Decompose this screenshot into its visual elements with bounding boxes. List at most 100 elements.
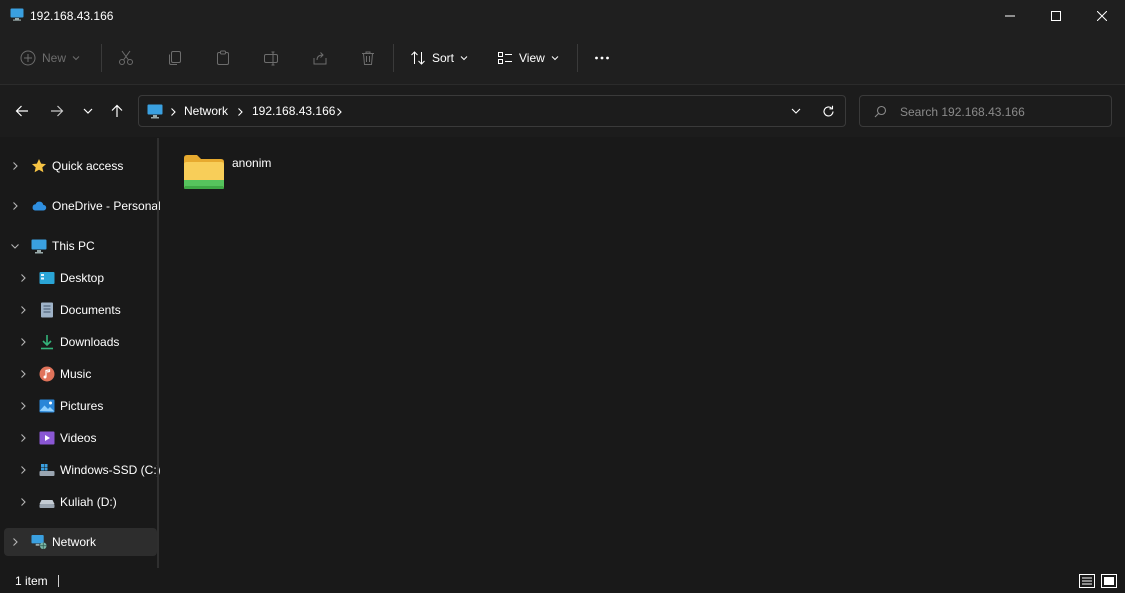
chevron-right-icon[interactable] — [19, 306, 27, 314]
sidebar-item-downloads[interactable]: Downloads — [4, 328, 157, 356]
sidebar-item-onedrive[interactable]: OneDrive - Personal — [4, 192, 161, 220]
monitor-icon — [147, 104, 163, 119]
arrow-left-icon — [15, 105, 28, 117]
sidebar-item-label: Windows-SSD (C:) — [60, 463, 161, 477]
sidebar-item-windows-ssd[interactable]: Windows-SSD (C:) — [4, 456, 161, 484]
cloud-icon — [31, 198, 47, 214]
details-view-button[interactable] — [1078, 572, 1096, 590]
minimize-icon — [1005, 15, 1015, 17]
toolbar-divider — [393, 44, 394, 72]
sidebar-item-label: Kuliah (D:) — [60, 495, 117, 509]
breadcrumb-network[interactable]: Network — [184, 104, 228, 118]
search-box[interactable] — [859, 95, 1112, 127]
paste-button[interactable] — [215, 42, 231, 74]
view-label: View — [519, 51, 545, 65]
large-icons-view-icon — [1101, 574, 1117, 588]
plus-icon — [20, 50, 36, 66]
chevron-right-icon[interactable] — [19, 370, 27, 378]
recent-locations-button[interactable] — [74, 97, 102, 125]
chevron-right-icon[interactable] — [11, 162, 19, 170]
sidebar-item-label: Quick access — [52, 159, 124, 173]
toolbar-divider — [101, 44, 102, 72]
sidebar-item-label: Desktop — [60, 271, 105, 285]
cut-button[interactable] — [118, 42, 134, 74]
search-icon — [874, 105, 887, 118]
monitor-icon — [10, 8, 24, 21]
forward-button[interactable] — [43, 97, 71, 125]
item-count: 1 item — [15, 574, 48, 588]
more-options-button[interactable] — [594, 42, 610, 74]
address-history-button[interactable] — [785, 102, 807, 120]
close-icon — [1097, 11, 1107, 21]
breadcrumb-host[interactable]: 192.168.43.166 — [252, 104, 335, 118]
sort-button[interactable]: Sort — [410, 42, 468, 74]
chevron-right-icon[interactable] — [19, 274, 27, 282]
downloads-icon — [39, 334, 55, 350]
chevron-right-icon — [337, 108, 342, 116]
sidebar-item-videos[interactable]: Videos — [4, 424, 157, 452]
share-button[interactable] — [312, 42, 328, 74]
sidebar-item-pictures[interactable]: Pictures — [4, 392, 157, 420]
chevron-right-icon — [238, 108, 243, 116]
maximize-button[interactable] — [1033, 0, 1079, 32]
shared-folder-icon — [184, 155, 224, 189]
search-input[interactable] — [898, 102, 1102, 122]
chevron-down-icon — [83, 108, 93, 114]
sidebar-item-desktop[interactable]: Desktop — [4, 264, 157, 292]
address-bar[interactable]: Network 192.168.43.166 — [138, 95, 846, 127]
navigation-pane-scrollbar[interactable] — [157, 138, 159, 568]
documents-icon — [39, 302, 55, 318]
music-icon — [39, 366, 55, 382]
close-button[interactable] — [1079, 0, 1125, 32]
status-bar: 1 item — [0, 570, 1125, 593]
delete-button[interactable] — [360, 42, 376, 74]
chevron-right-icon[interactable] — [19, 402, 27, 410]
more-icon — [595, 56, 609, 60]
sidebar-item-kuliah-drive[interactable]: Kuliah (D:) — [4, 488, 157, 516]
pictures-icon — [39, 398, 55, 414]
sidebar-item-documents[interactable]: Documents — [4, 296, 157, 324]
chevron-down-icon — [72, 56, 80, 61]
rename-button[interactable] — [263, 42, 279, 74]
chevron-right-icon[interactable] — [19, 466, 27, 474]
refresh-button[interactable] — [817, 102, 839, 120]
sidebar-item-network[interactable]: Network — [4, 528, 157, 556]
sidebar-item-this-pc[interactable]: This PC — [4, 232, 157, 260]
up-button[interactable] — [103, 97, 131, 125]
sidebar-item-quick-access[interactable]: Quick access — [4, 152, 157, 180]
network-icon — [31, 534, 47, 550]
chevron-down-icon[interactable] — [11, 242, 19, 250]
large-icons-view-button[interactable] — [1100, 572, 1118, 590]
new-button[interactable]: New — [20, 42, 80, 74]
chevron-right-icon[interactable] — [19, 338, 27, 346]
chevron-down-icon — [791, 108, 801, 114]
videos-icon — [39, 430, 55, 446]
copy-button[interactable] — [167, 42, 183, 74]
details-view-icon — [1079, 574, 1095, 588]
chevron-right-icon[interactable] — [19, 434, 27, 442]
paste-icon — [217, 50, 229, 65]
title-bar: 192.168.43.166 — [0, 0, 1125, 32]
file-list-pane: anonim — [162, 138, 1125, 570]
sidebar-item-music[interactable]: Music — [4, 360, 157, 388]
minimize-button[interactable] — [987, 0, 1033, 32]
sidebar-item-label: Documents — [60, 303, 121, 317]
desktop-icon — [39, 270, 55, 286]
copy-icon — [169, 51, 181, 65]
chevron-right-icon[interactable] — [11, 202, 19, 210]
share-icon — [313, 52, 327, 65]
status-divider — [58, 575, 59, 587]
navigation-pane: Quick access OneDrive - Personal This PC… — [0, 138, 161, 570]
rename-icon — [264, 51, 278, 66]
sidebar-item-label: OneDrive - Personal — [52, 199, 161, 213]
monitor-icon — [31, 238, 47, 254]
arrow-up-icon — [111, 104, 123, 117]
chevron-right-icon[interactable] — [11, 538, 19, 546]
view-button[interactable]: View — [497, 42, 559, 74]
back-button[interactable] — [8, 97, 36, 125]
folder-name: anonim — [232, 156, 272, 170]
chevron-right-icon[interactable] — [19, 498, 27, 506]
folder-item[interactable]: anonim — [180, 150, 320, 198]
toolbar-divider — [577, 44, 578, 72]
sidebar-item-label: Downloads — [60, 335, 120, 349]
